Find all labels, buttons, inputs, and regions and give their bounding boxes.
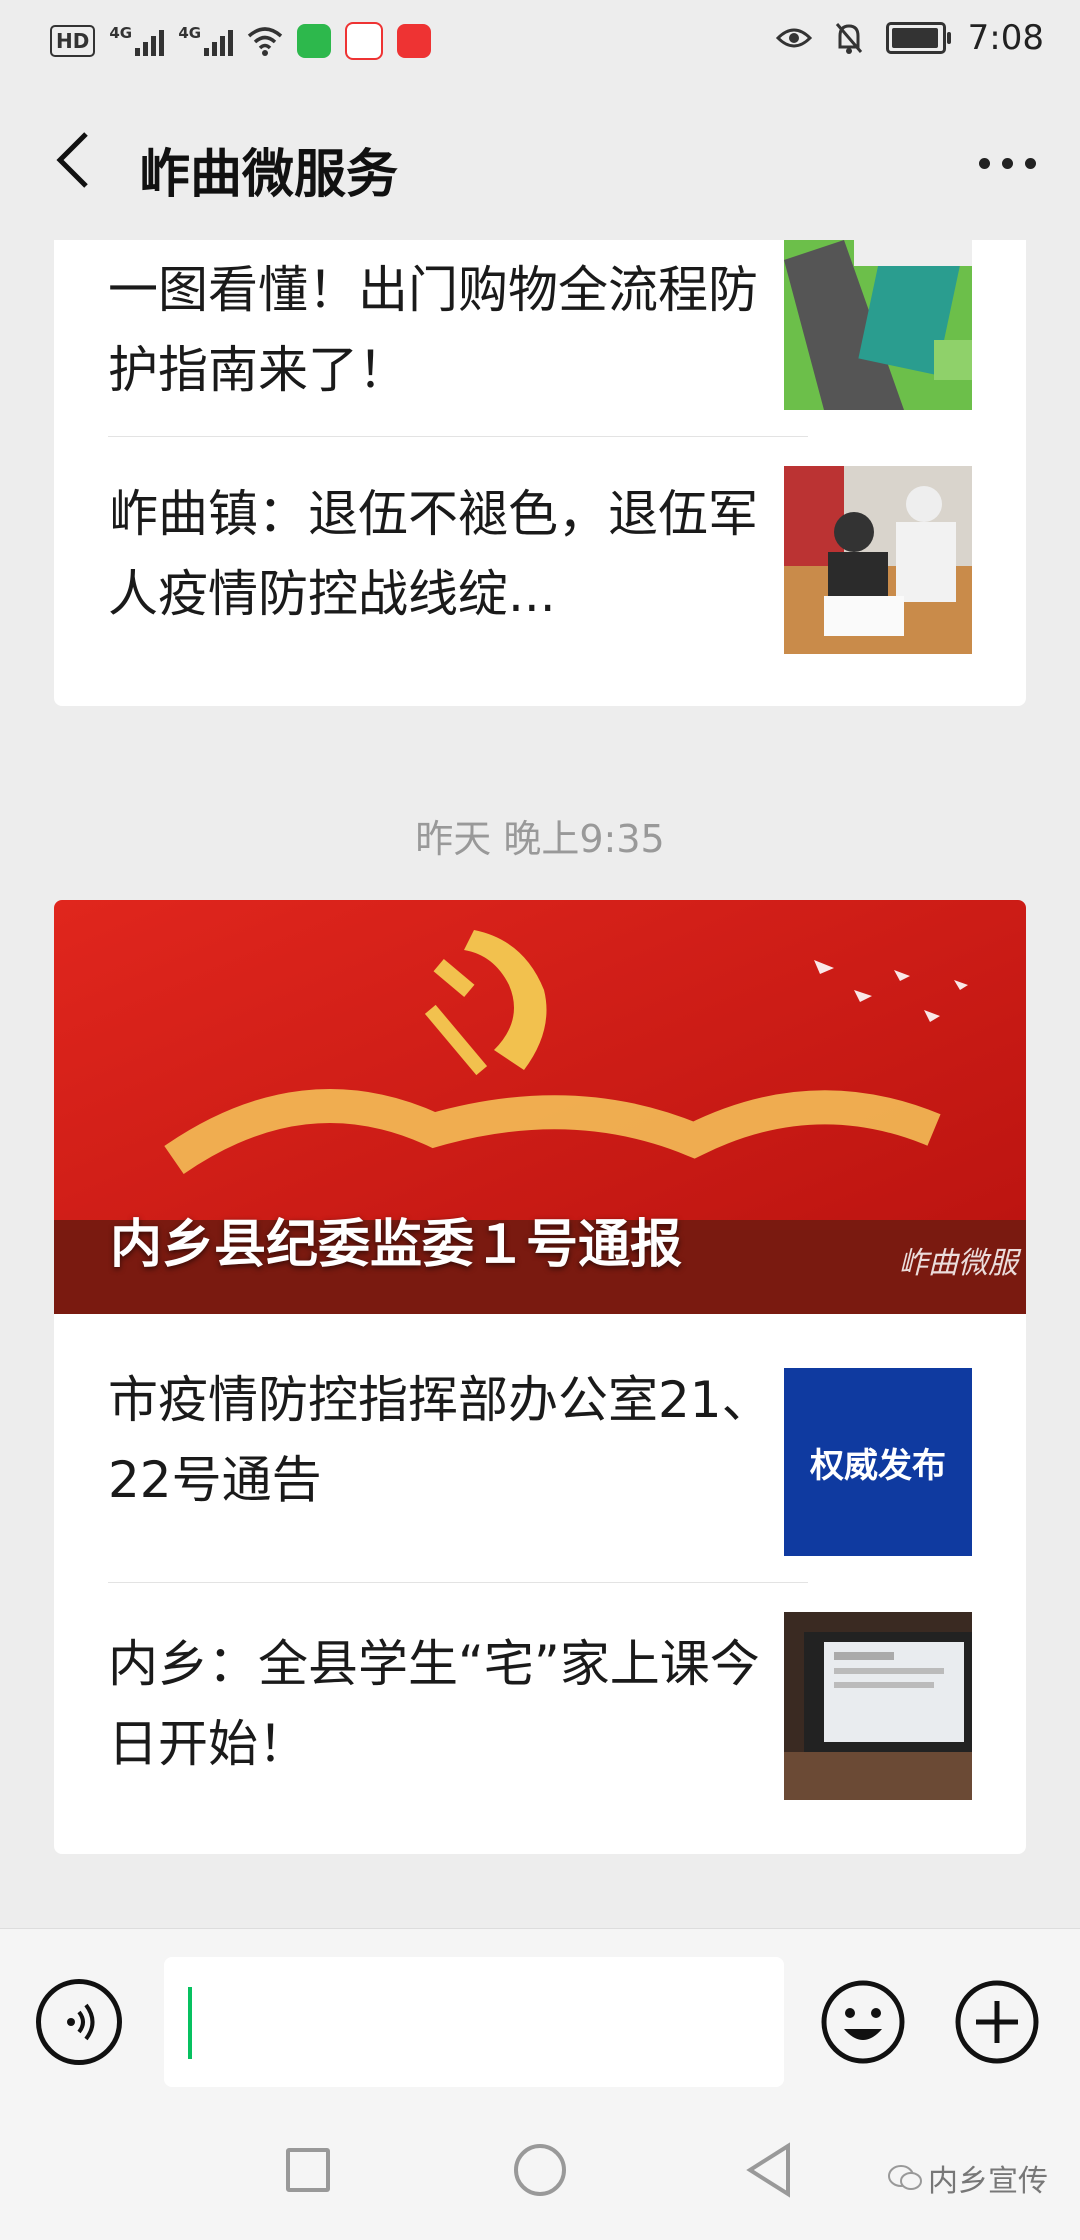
input-bar — [0, 1928, 1080, 2109]
back-triangle-icon[interactable] — [744, 2142, 794, 2198]
article-title: 岞曲镇：退伍不褪色，退伍军人疫情防控战线绽... — [108, 485, 758, 623]
voice-input-icon[interactable] — [36, 1979, 122, 2065]
wifi-icon — [248, 27, 283, 56]
mute-bell-icon — [835, 23, 862, 54]
brand-watermark: 内乡宣传 — [888, 2156, 1048, 2200]
article-card-1: 一图看懂！出门购物全流程防护指南来了！ 岞曲镇：退伍不褪色，退伍军人疫情防控战线… — [54, 240, 1026, 706]
thumbnail-text: 权威发布 — [810, 1445, 946, 1486]
sina-app-icon — [345, 22, 384, 60]
banner-title: 内乡县纪委监委１号通报 — [110, 1215, 683, 1275]
banner-watermark: 岞曲微服 — [898, 1246, 1018, 1281]
toutiao-app-icon — [397, 24, 432, 58]
home-icon[interactable] — [514, 2144, 566, 2196]
wechat-icon — [888, 2165, 922, 2190]
recent-apps-icon[interactable] — [286, 2148, 330, 2192]
message-input[interactable] — [164, 1957, 784, 2087]
chat-title: 岞曲微服务 — [138, 145, 399, 205]
signal-icon-2: 4G — [178, 24, 234, 56]
article-thumbnail — [784, 466, 972, 654]
article-title: 内乡：全县学生“宅”家上课今日开始！ — [108, 1635, 760, 1773]
article-item[interactable]: 岞曲镇：退伍不褪色，退伍军人疫情防控战线绽... — [54, 436, 1026, 676]
article-thumbnail — [784, 1612, 972, 1800]
text-caret — [188, 1987, 192, 2059]
article-title: 市疫情防控指挥部办公室21、22号通告 — [108, 1371, 772, 1509]
article-item[interactable]: 一图看懂！出门购物全流程防护指南来了！ — [54, 240, 1026, 436]
article-thumbnail — [784, 240, 972, 410]
message-timestamp: 昨天 晚上9:35 — [415, 817, 665, 861]
emoji-icon[interactable] — [820, 1979, 906, 2065]
more-icon[interactable] — [979, 158, 1036, 169]
app-notification-icon — [297, 24, 332, 58]
article-card-2: 内乡县纪委监委１号通报 岞曲微服 市疫情防控指挥部办公室21、22号通告 权威发… — [54, 900, 1026, 1854]
hd-indicator: HD — [50, 25, 96, 57]
article-title: 一图看懂！出门购物全流程防护指南来了！ — [108, 261, 758, 399]
brand-watermark-text: 内乡宣传 — [928, 2164, 1048, 2199]
article-item[interactable]: 市疫情防控指挥部办公室21、22号通告 权威发布 — [54, 1314, 1026, 1574]
signal-icon: 4G — [109, 24, 165, 56]
status-bar: HD 4G 4G 7:08 — [0, 0, 1080, 80]
nav-bar: 岞曲微服务 — [0, 80, 1080, 240]
plus-icon[interactable] — [954, 1979, 1040, 2065]
back-arrow-icon[interactable] — [50, 130, 100, 190]
eye-icon — [775, 28, 812, 48]
system-nav-bar: 内乡宣传 — [0, 2108, 1080, 2240]
article-thumbnail: 权威发布 — [784, 1368, 972, 1556]
clock: 7:08 — [967, 18, 1044, 58]
article-item[interactable]: 内乡：全县学生“宅”家上课今日开始！ — [54, 1582, 1026, 1854]
battery-icon — [885, 22, 951, 54]
banner-article[interactable]: 内乡县纪委监委１号通报 岞曲微服 — [54, 900, 1026, 1314]
